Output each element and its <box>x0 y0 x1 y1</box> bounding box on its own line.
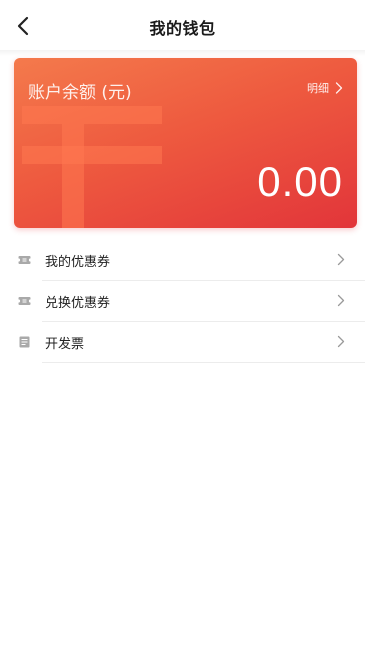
menu-item-invoice[interactable]: 开发票 <box>0 322 365 363</box>
row-divider <box>42 362 365 363</box>
navigation-bar: 我的钱包 <box>0 0 365 52</box>
nav-divider <box>0 50 365 56</box>
page-title: 我的钱包 <box>149 19 216 38</box>
menu-item-my-coupons[interactable]: 我的优惠券 <box>0 240 365 281</box>
invoice-icon <box>19 336 30 348</box>
chevron-right-icon <box>337 335 345 348</box>
chevron-right-icon <box>335 82 343 94</box>
coupon-exchange-icon <box>18 297 31 305</box>
menu-item-redeem-coupon[interactable]: 兑换优惠券 <box>0 281 365 322</box>
coupon-icon <box>18 256 31 264</box>
balance-label: 账户余额 (元) <box>28 83 132 103</box>
balance-amount: 0.00 <box>257 158 343 205</box>
chevron-right-icon <box>337 294 345 307</box>
menu-item-label: 兑换优惠券 <box>45 296 111 311</box>
menu-item-label: 开发票 <box>45 337 85 352</box>
detail-label: 明细 <box>307 82 329 95</box>
wallet-menu-list: 我的优惠券 兑换优惠券 开发票 <box>0 240 365 363</box>
detail-link[interactable]: 明细 <box>307 80 343 96</box>
menu-item-label: 我的优惠券 <box>45 255 111 270</box>
chevron-right-icon <box>337 253 345 266</box>
wallet-balance-card: 账户余额 (元) 明细 0.00 <box>14 58 357 228</box>
yuan-watermark-icon <box>22 106 162 228</box>
